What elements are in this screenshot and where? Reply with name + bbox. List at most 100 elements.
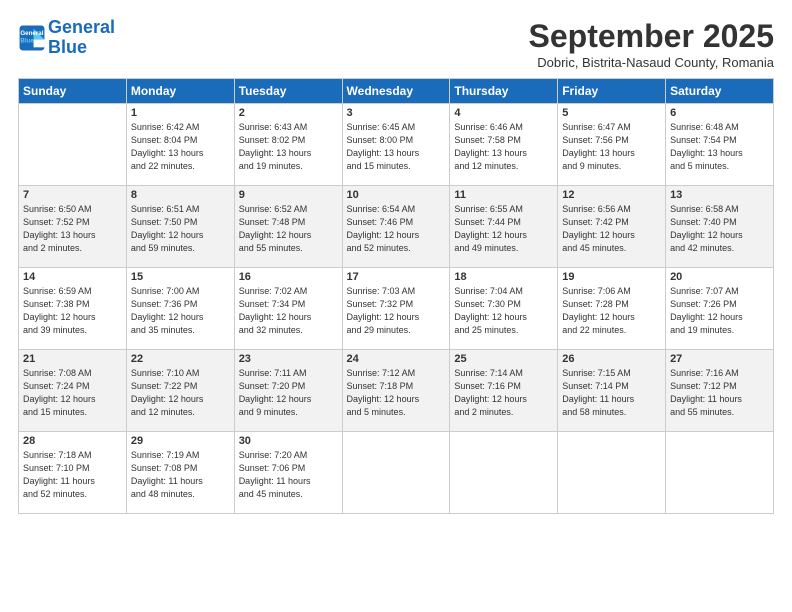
day-info: Sunrise: 6:47 AM Sunset: 7:56 PM Dayligh…: [562, 121, 661, 173]
day-number: 7: [23, 189, 122, 201]
day-info: Sunrise: 6:51 AM Sunset: 7:50 PM Dayligh…: [131, 203, 230, 255]
day-info: Sunrise: 6:55 AM Sunset: 7:44 PM Dayligh…: [454, 203, 553, 255]
day-info: Sunrise: 7:10 AM Sunset: 7:22 PM Dayligh…: [131, 367, 230, 419]
day-number: 12: [562, 189, 661, 201]
week-row-3: 14 Sunrise: 6:59 AM Sunset: 7:38 PM Dayli…: [19, 268, 774, 350]
day-info: Sunrise: 7:07 AM Sunset: 7:26 PM Dayligh…: [670, 285, 769, 337]
col-header-friday: Friday: [558, 79, 666, 104]
day-cell: 17 Sunrise: 7:03 AM Sunset: 7:32 PM Dayli…: [342, 268, 450, 350]
day-info: Sunrise: 6:46 AM Sunset: 7:58 PM Dayligh…: [454, 121, 553, 173]
day-number: 21: [23, 353, 122, 365]
col-header-monday: Monday: [126, 79, 234, 104]
day-number: 17: [347, 271, 446, 283]
day-number: 14: [23, 271, 122, 283]
col-header-saturday: Saturday: [666, 79, 774, 104]
day-number: 18: [454, 271, 553, 283]
day-cell: 30Sunrise: 7:20 AM Sunset: 7:06 PM Dayli…: [234, 432, 342, 514]
day-info: Sunrise: 7:08 AM Sunset: 7:24 PM Dayligh…: [23, 367, 122, 419]
day-number: 16: [239, 271, 338, 283]
day-info: Sunrise: 6:59 AM Sunset: 7:38 PM Dayligh…: [23, 285, 122, 337]
day-cell: 8 Sunrise: 6:51 AM Sunset: 7:50 PM Daylig…: [126, 186, 234, 268]
day-cell: 7 Sunrise: 6:50 AM Sunset: 7:52 PM Daylig…: [19, 186, 127, 268]
day-number: 19: [562, 271, 661, 283]
day-cell: 16 Sunrise: 7:02 AM Sunset: 7:34 PM Dayli…: [234, 268, 342, 350]
header: General Blue General Blue September 2025…: [18, 18, 774, 70]
day-cell: [558, 432, 666, 514]
day-number: 5: [562, 107, 661, 119]
location: Dobric, Bistrita-Nasaud County, Romania: [529, 55, 774, 70]
day-number: 25: [454, 353, 553, 365]
col-header-thursday: Thursday: [450, 79, 558, 104]
day-info: Sunrise: 7:12 AM Sunset: 7:18 PM Dayligh…: [347, 367, 446, 419]
day-number: 13: [670, 189, 769, 201]
calendar-table: SundayMondayTuesdayWednesdayThursdayFrid…: [18, 78, 774, 514]
day-cell: 24Sunrise: 7:12 AM Sunset: 7:18 PM Dayli…: [342, 350, 450, 432]
day-info: Sunrise: 7:11 AM Sunset: 7:20 PM Dayligh…: [239, 367, 338, 419]
day-cell: [666, 432, 774, 514]
logo: General Blue General Blue: [18, 18, 115, 58]
title-block: September 2025 Dobric, Bistrita-Nasaud C…: [529, 18, 774, 70]
col-header-tuesday: Tuesday: [234, 79, 342, 104]
day-number: 11: [454, 189, 553, 201]
day-info: Sunrise: 7:19 AM Sunset: 7:08 PM Dayligh…: [131, 449, 230, 501]
day-cell: 10 Sunrise: 6:54 AM Sunset: 7:46 PM Dayli…: [342, 186, 450, 268]
day-number: 8: [131, 189, 230, 201]
day-cell: 22 Sunrise: 7:10 AM Sunset: 7:22 PM Dayli…: [126, 350, 234, 432]
svg-text:Blue: Blue: [20, 37, 34, 44]
day-cell: 5 Sunrise: 6:47 AM Sunset: 7:56 PM Daylig…: [558, 104, 666, 186]
calendar-body: 1 Sunrise: 6:42 AM Sunset: 8:04 PM Daylig…: [19, 104, 774, 514]
day-number: 1: [131, 107, 230, 119]
day-info: Sunrise: 7:03 AM Sunset: 7:32 PM Dayligh…: [347, 285, 446, 337]
day-cell: [19, 104, 127, 186]
day-cell: [342, 432, 450, 514]
day-cell: 18 Sunrise: 7:04 AM Sunset: 7:30 PM Dayli…: [450, 268, 558, 350]
day-number: 15: [131, 271, 230, 283]
week-row-2: 7 Sunrise: 6:50 AM Sunset: 7:52 PM Daylig…: [19, 186, 774, 268]
day-cell: 25Sunrise: 7:14 AM Sunset: 7:16 PM Dayli…: [450, 350, 558, 432]
day-number: 23: [239, 353, 338, 365]
day-info: Sunrise: 6:43 AM Sunset: 8:02 PM Dayligh…: [239, 121, 338, 173]
calendar-page: General Blue General Blue September 2025…: [0, 0, 792, 612]
col-header-sunday: Sunday: [19, 79, 127, 104]
logo-line1: General: [48, 17, 115, 37]
day-info: Sunrise: 7:15 AM Sunset: 7:14 PM Dayligh…: [562, 367, 661, 419]
day-info: Sunrise: 7:04 AM Sunset: 7:30 PM Dayligh…: [454, 285, 553, 337]
day-number: 30: [239, 435, 338, 447]
calendar-header-row: SundayMondayTuesdayWednesdayThursdayFrid…: [19, 79, 774, 104]
svg-text:General: General: [20, 30, 43, 37]
day-cell: 11 Sunrise: 6:55 AM Sunset: 7:44 PM Dayli…: [450, 186, 558, 268]
day-info: Sunrise: 6:56 AM Sunset: 7:42 PM Dayligh…: [562, 203, 661, 255]
day-info: Sunrise: 6:54 AM Sunset: 7:46 PM Dayligh…: [347, 203, 446, 255]
day-cell: 20 Sunrise: 7:07 AM Sunset: 7:26 PM Dayli…: [666, 268, 774, 350]
day-cell: 26 Sunrise: 7:15 AM Sunset: 7:14 PM Dayli…: [558, 350, 666, 432]
day-info: Sunrise: 7:16 AM Sunset: 7:12 PM Dayligh…: [670, 367, 769, 419]
day-cell: 3Sunrise: 6:45 AM Sunset: 8:00 PM Daylig…: [342, 104, 450, 186]
day-info: Sunrise: 7:06 AM Sunset: 7:28 PM Dayligh…: [562, 285, 661, 337]
day-info: Sunrise: 6:42 AM Sunset: 8:04 PM Dayligh…: [131, 121, 230, 173]
day-cell: 4 Sunrise: 6:46 AM Sunset: 7:58 PM Daylig…: [450, 104, 558, 186]
day-info: Sunrise: 7:00 AM Sunset: 7:36 PM Dayligh…: [131, 285, 230, 337]
day-number: 22: [131, 353, 230, 365]
day-number: 27: [670, 353, 769, 365]
day-cell: 19 Sunrise: 7:06 AM Sunset: 7:28 PM Dayli…: [558, 268, 666, 350]
day-number: 4: [454, 107, 553, 119]
day-cell: 28Sunrise: 7:18 AM Sunset: 7:10 PM Dayli…: [19, 432, 127, 514]
day-number: 26: [562, 353, 661, 365]
week-row-5: 28Sunrise: 7:18 AM Sunset: 7:10 PM Dayli…: [19, 432, 774, 514]
week-row-4: 21 Sunrise: 7:08 AM Sunset: 7:24 PM Dayli…: [19, 350, 774, 432]
day-number: 10: [347, 189, 446, 201]
day-info: Sunrise: 6:50 AM Sunset: 7:52 PM Dayligh…: [23, 203, 122, 255]
logo-icon: General Blue: [18, 24, 46, 52]
day-cell: 27 Sunrise: 7:16 AM Sunset: 7:12 PM Dayli…: [666, 350, 774, 432]
day-cell: 15 Sunrise: 7:00 AM Sunset: 7:36 PM Dayli…: [126, 268, 234, 350]
col-header-wednesday: Wednesday: [342, 79, 450, 104]
day-info: Sunrise: 7:02 AM Sunset: 7:34 PM Dayligh…: [239, 285, 338, 337]
day-number: 3: [347, 107, 446, 119]
day-cell: 21 Sunrise: 7:08 AM Sunset: 7:24 PM Dayli…: [19, 350, 127, 432]
day-info: Sunrise: 6:52 AM Sunset: 7:48 PM Dayligh…: [239, 203, 338, 255]
day-number: 9: [239, 189, 338, 201]
day-number: 29: [131, 435, 230, 447]
day-cell: 2Sunrise: 6:43 AM Sunset: 8:02 PM Daylig…: [234, 104, 342, 186]
day-number: 20: [670, 271, 769, 283]
day-cell: 9 Sunrise: 6:52 AM Sunset: 7:48 PM Daylig…: [234, 186, 342, 268]
